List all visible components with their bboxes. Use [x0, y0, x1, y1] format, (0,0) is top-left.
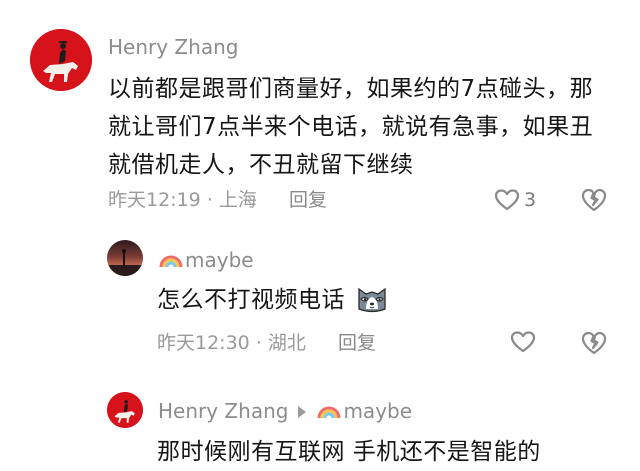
- comment-username[interactable]: Henry Zhang: [108, 35, 238, 59]
- avatar[interactable]: [107, 392, 143, 428]
- reply-button[interactable]: 回复: [289, 189, 327, 211]
- horse-rider-icon: [107, 392, 143, 428]
- reply-username[interactable]: maybe: [158, 248, 254, 272]
- horse-rider-icon: [30, 29, 92, 91]
- reply-text-content: 怎么不打视频电话: [157, 287, 345, 313]
- heart-icon: [510, 331, 536, 353]
- comment-location: 上海: [218, 189, 257, 211]
- like-count: 3: [524, 189, 537, 211]
- reply-text: 那时候刚有互联网 手机还不是智能的: [157, 439, 541, 465]
- like-button[interactable]: [510, 330, 538, 356]
- reply-meta: 昨天12:30 · 湖北 回复: [157, 331, 376, 355]
- reply-arrow-icon: [298, 405, 307, 418]
- husky-emoji-icon: [358, 287, 386, 313]
- reply-to-username[interactable]: maybe: [343, 399, 412, 423]
- reply-username-text: Henry Zhang: [158, 399, 289, 423]
- reply-username-text: maybe: [185, 248, 254, 272]
- reply-location: 湖北: [267, 332, 306, 354]
- rainbow-icon: [159, 255, 183, 268]
- broken-heart-icon: [581, 331, 607, 355]
- comment-time: 昨天12:19: [108, 189, 201, 211]
- rainbow-icon: [317, 406, 341, 419]
- avatar[interactable]: [30, 29, 92, 91]
- reply-username[interactable]: Henry Zhang maybe: [158, 399, 412, 423]
- reply-text: 怎么不打视频电话: [157, 281, 389, 319]
- like-button[interactable]: 3: [494, 186, 544, 214]
- dislike-button[interactable]: [580, 187, 608, 213]
- reply-button[interactable]: 回复: [338, 332, 376, 354]
- sunset-avatar-icon: [107, 240, 143, 276]
- separator-dot: ·: [255, 332, 268, 354]
- reply-time: 昨天12:30: [157, 332, 250, 354]
- comment-text: 以前都是跟哥们商量好，如果约的7点碰头，那就让哥们7点半来个电话，就说有急事，如…: [108, 76, 594, 178]
- broken-heart-icon: [581, 188, 607, 212]
- avatar[interactable]: [107, 240, 143, 276]
- separator-dot: ·: [206, 189, 219, 211]
- dislike-button[interactable]: [580, 330, 608, 356]
- comment-meta: 昨天12:19 · 上海 回复: [108, 188, 327, 212]
- heart-icon: [494, 189, 520, 211]
